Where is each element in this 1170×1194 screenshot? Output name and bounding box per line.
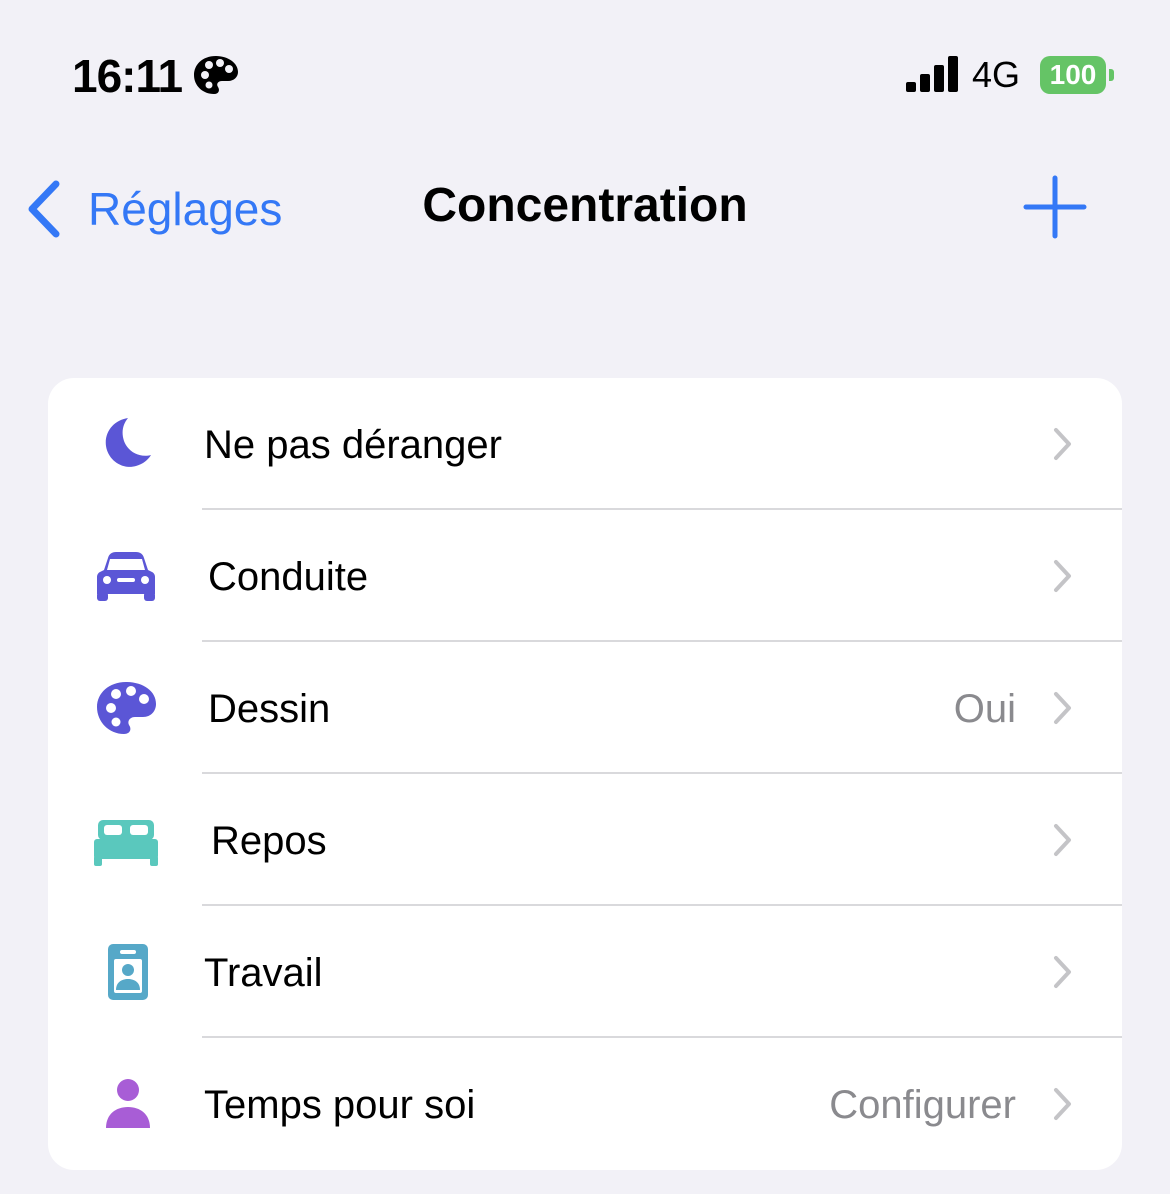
chevron-right-icon xyxy=(1054,560,1071,592)
battery-tip xyxy=(1109,69,1114,81)
focus-item-label: Ne pas déranger xyxy=(204,423,502,467)
status-bar: 16:11 4G 100 xyxy=(0,0,1170,150)
focus-item-value: Oui xyxy=(953,687,1016,731)
focus-item-value: Configurer xyxy=(829,1083,1016,1127)
page-title: Concentration xyxy=(422,179,748,232)
navigation-bar: Réglages Concentration xyxy=(0,150,1170,270)
chevron-right-icon xyxy=(1054,1088,1071,1120)
battery-icon: 100 xyxy=(1040,56,1114,94)
focus-item-repos[interactable]: Repos xyxy=(48,774,1122,906)
chevron-right-icon xyxy=(1054,692,1071,724)
focus-item-ne-pas-deranger[interactable]: Ne pas déranger xyxy=(48,378,1122,510)
plus-icon[interactable] xyxy=(1022,174,1088,240)
moon-icon xyxy=(105,418,151,467)
focus-item-label: Repos xyxy=(211,819,327,863)
chevron-right-icon xyxy=(1054,428,1071,460)
chevron-right-icon xyxy=(1054,956,1071,988)
network-type: 4G xyxy=(972,54,1021,95)
focus-modes-list: Ne pas déranger Conduite Dessin Oui Repo… xyxy=(48,378,1122,1170)
focus-item-conduite[interactable]: Conduite xyxy=(48,510,1122,642)
chevron-right-icon xyxy=(1054,824,1071,856)
battery-level: 100 xyxy=(1040,56,1106,94)
palette-icon xyxy=(97,682,156,734)
focus-item-label: Conduite xyxy=(208,555,369,599)
person-icon xyxy=(106,1079,150,1128)
status-time: 16:11 xyxy=(72,50,183,102)
bed-icon xyxy=(94,820,158,866)
palette-icon xyxy=(194,56,238,94)
focus-item-label: Temps pour soi xyxy=(204,1083,476,1127)
focus-item-label: Travail xyxy=(204,951,323,995)
focus-item-label: Dessin xyxy=(208,687,331,731)
focus-item-temps-pour-soi[interactable]: Temps pour soi Configurer xyxy=(48,1038,1122,1170)
car-icon xyxy=(97,552,155,601)
focus-item-travail[interactable]: Travail xyxy=(48,906,1122,1038)
focus-item-dessin[interactable]: Dessin Oui xyxy=(48,642,1122,774)
id-badge-icon xyxy=(108,944,148,1000)
signal-bars-icon xyxy=(906,56,958,92)
